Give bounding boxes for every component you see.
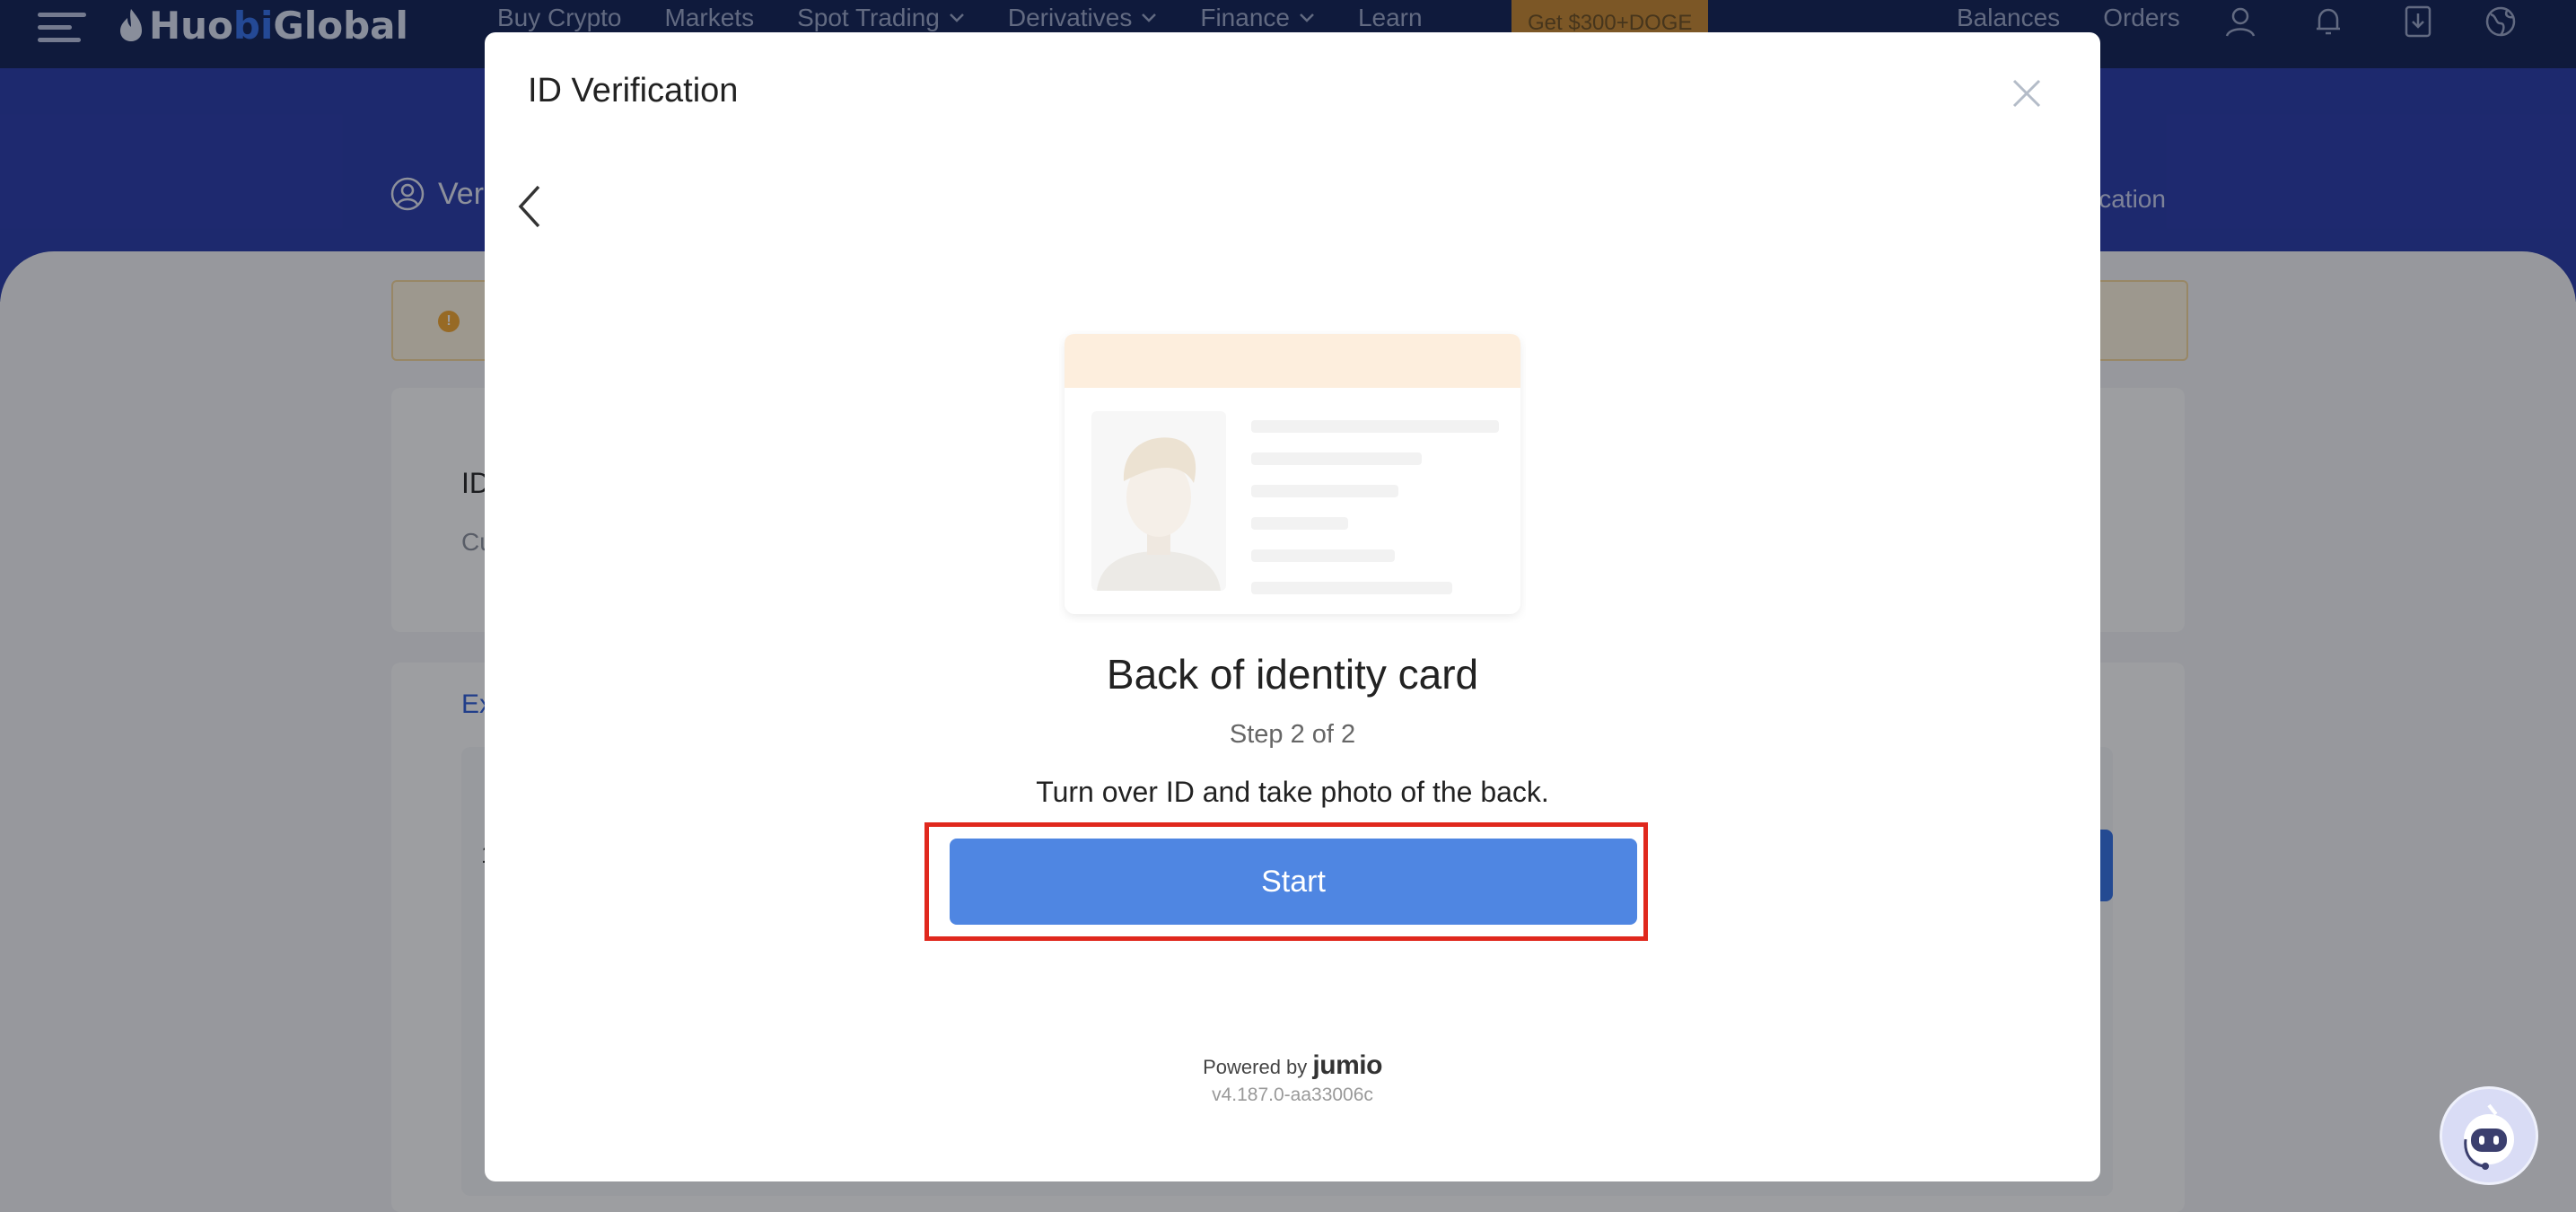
step-indicator: Step 2 of 2 <box>1229 720 1356 749</box>
support-bot-button[interactable] <box>2440 1086 2538 1185</box>
close-icon[interactable] <box>2009 75 2045 111</box>
id-verification-modal: ID Verification Back of identity card St… <box>485 32 2100 1181</box>
start-button[interactable]: Start <box>950 839 1637 925</box>
version-label: v4.187.0-aa33006c <box>1212 1085 1373 1105</box>
modal-title: ID Verification <box>528 72 739 110</box>
instruction-text: Turn over ID and take photo of the back. <box>1036 776 1549 808</box>
powered-by-label: Powered by <box>1203 1056 1308 1078</box>
support-bot-icon <box>2464 1103 2514 1170</box>
back-arrow-icon[interactable] <box>512 181 548 232</box>
powered-by: Powered by jumio <box>485 1050 2100 1081</box>
jumio-logo: jumio <box>1312 1050 1382 1080</box>
card-side-title: Back of identity card <box>1106 651 1479 698</box>
id-card-back-illustration <box>1065 334 1520 614</box>
